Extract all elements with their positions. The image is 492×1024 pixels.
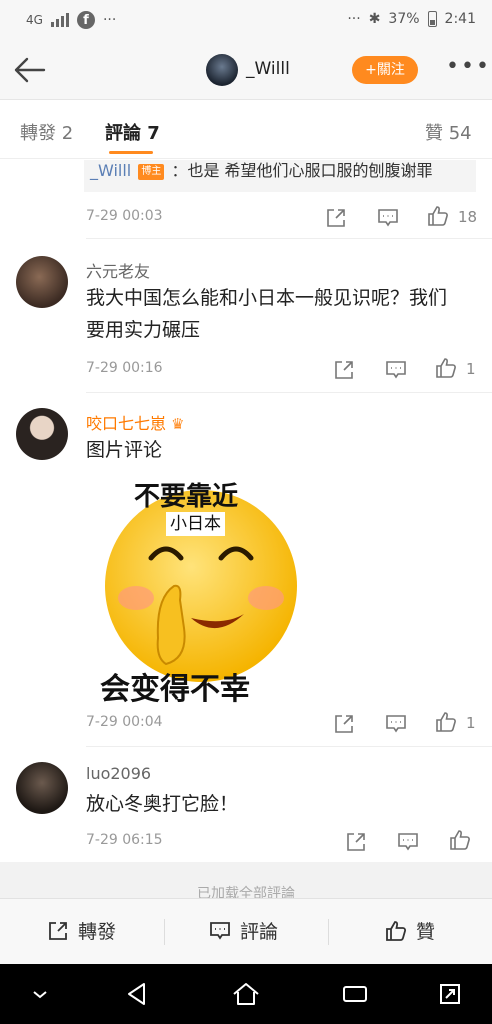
battery-icon — [427, 11, 437, 27]
comment-text: 我大中国怎么能和小日本一般见识呢？我们 要用实力碾压 — [86, 282, 480, 346]
loaded-label: 已加载全部評論 — [197, 886, 295, 898]
like-count: 1 — [466, 360, 476, 378]
reply-icon[interactable] — [376, 206, 400, 230]
comment-button[interactable]: 評論 — [208, 917, 278, 944]
comment-text-line: 我大中国怎么能和小日本一般见识呢？我们 — [86, 287, 448, 309]
battery-percent: 37% — [388, 11, 420, 27]
like-icon[interactable] — [434, 356, 458, 380]
reply-icon[interactable] — [384, 358, 408, 382]
system-navigation-bar — [0, 964, 492, 1024]
comment-username[interactable]: 六元老友 — [86, 258, 150, 282]
like-count: 1 — [466, 714, 476, 732]
comment-separator — [86, 392, 492, 393]
header: _Willl +關注 ••• — [0, 40, 492, 100]
comment-image[interactable]: 不要靠近 小日本 会变得不幸 — [96, 468, 306, 707]
repost-label: 轉發 — [78, 921, 117, 943]
screen-switch-icon[interactable] — [436, 980, 464, 1008]
author-badge: 博主 — [138, 164, 165, 180]
all-loaded-text: 已加载全部評論 — [0, 862, 492, 898]
comment-time: 7-29 00:04 — [86, 714, 163, 730]
avatar[interactable] — [16, 256, 68, 308]
tab-comment[interactable]: 評論 7 — [105, 119, 160, 145]
active-tab-indicator — [109, 151, 153, 154]
share-icon[interactable] — [344, 830, 368, 854]
like-count: 18 — [458, 208, 478, 226]
bluetooth-icon: ✱ — [368, 11, 381, 27]
facebook-icon: f — [76, 11, 95, 29]
reply-icon[interactable] — [384, 712, 408, 736]
username-text[interactable]: 咬口七七崽 — [86, 414, 166, 433]
share-icon[interactable] — [324, 206, 348, 230]
divider — [328, 919, 329, 945]
comment-icon — [210, 921, 230, 940]
like-label: 贊 — [416, 921, 436, 943]
like-icon[interactable] — [448, 828, 472, 852]
comment-username[interactable]: luo2096 — [86, 764, 151, 783]
back-arrow-icon — [14, 57, 46, 83]
chevron-down-icon[interactable] — [28, 984, 52, 1004]
divider — [164, 919, 165, 945]
status-bar: 4G f ··· ··· ✱ 37% 2:41 — [0, 0, 492, 40]
reply-preview[interactable]: _Willl 博主 ：也是 希望他们心服口服的刨腹谢罪 — [84, 160, 476, 192]
reply-username[interactable]: _Willl — [90, 161, 131, 180]
share-icon[interactable] — [332, 358, 356, 382]
comment-text: 放心冬奥打它脸！ — [86, 793, 239, 815]
tab-repost[interactable]: 轉發 2 — [20, 119, 73, 145]
tab-like[interactable]: 贊 54 — [425, 119, 472, 145]
like-button[interactable]: 贊 — [384, 917, 435, 944]
like-icon — [386, 920, 407, 941]
comment-time: 7-29 00:16 — [86, 360, 163, 376]
avatar[interactable] — [16, 762, 68, 814]
recent-apps-icon[interactable] — [340, 982, 370, 1006]
comment-text: 图片评论 — [86, 439, 163, 461]
image-caption-bottom: 会变得不幸 — [100, 672, 250, 707]
network-label: 4G — [26, 13, 43, 27]
reply-icon[interactable] — [396, 830, 420, 854]
comment-time: 7-29 06:15 — [86, 832, 163, 848]
comment-label: 評論 — [240, 921, 279, 943]
share-icon — [49, 921, 67, 940]
follow-button[interactable]: +關注 — [352, 56, 418, 84]
status-more-label: ··· — [102, 12, 117, 28]
bottom-action-bar: 轉發 評論 贊 — [0, 898, 492, 964]
comment-time: 7-29 00:03 — [86, 208, 163, 224]
more-options-button[interactable]: ••• — [446, 56, 489, 84]
status-dots-right: ··· — [347, 11, 361, 27]
home-icon[interactable] — [230, 980, 262, 1008]
image-caption-top: 不要靠近 — [134, 482, 239, 512]
comment-separator — [86, 746, 492, 747]
author-avatar[interactable] — [206, 54, 238, 86]
tab-bar: 轉發 2 評論 7 贊 54 — [0, 101, 492, 159]
screen: 4G f ··· ··· ✱ 37% 2:41 _Willl +關注 ••• 轉… — [0, 0, 492, 1024]
like-icon[interactable] — [426, 204, 450, 228]
clock: 2:41 — [444, 11, 476, 27]
page-title: _Willl — [246, 59, 290, 79]
repost-button[interactable]: 轉發 — [46, 917, 116, 944]
share-icon[interactable] — [332, 712, 356, 736]
reply-text: ：也是 希望他们心服口服的刨腹谢罪 — [171, 161, 433, 180]
image-caption-tag: 小日本 — [166, 512, 225, 536]
comment-text-line: 要用实力碾压 — [86, 319, 201, 341]
back-triangle-icon[interactable] — [124, 980, 150, 1008]
comment-separator — [86, 238, 492, 239]
back-button[interactable] — [10, 54, 50, 86]
avatar[interactable] — [16, 408, 68, 460]
signal-icon — [50, 13, 69, 27]
vip-crown-icon: ♛ — [171, 415, 185, 433]
like-icon[interactable] — [434, 710, 458, 734]
comment-username[interactable]: 咬口七七崽 ♛ — [86, 410, 185, 434]
